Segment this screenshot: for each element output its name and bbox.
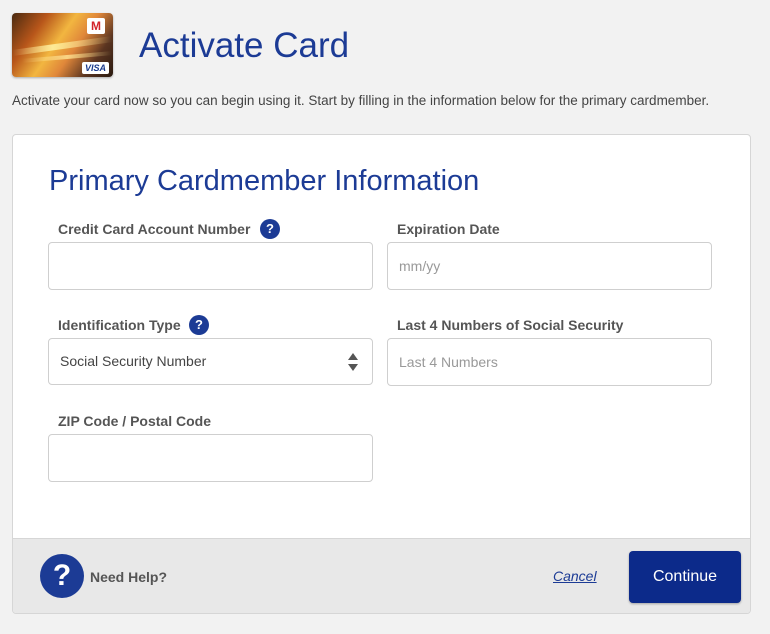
identification-type-selected: Social Security Number [60,353,207,369]
cancel-link[interactable]: Cancel [553,568,597,584]
account-number-label: Credit Card Account Number [58,221,251,237]
card-brand-logo: VISA [81,62,109,74]
section-title: Primary Cardmember Information [49,165,480,197]
ssn-last4-label: Last 4 Numbers of Social Security [397,317,624,333]
ssn-last4-input[interactable] [387,338,712,386]
card-image: M VISA [12,13,113,77]
account-number-input[interactable] [48,242,373,290]
account-number-help-icon[interactable]: ? [260,219,280,239]
zip-code-label: ZIP Code / Postal Code [58,413,211,429]
card-logo: M [87,18,105,34]
expiration-date-input[interactable] [387,242,712,290]
continue-button[interactable]: Continue [629,551,741,603]
page-title: Activate Card [139,26,350,65]
intro-text: Activate your card now so you can begin … [12,93,710,108]
zip-code-input[interactable] [48,434,373,482]
select-arrows-icon [348,353,358,371]
identification-type-help-icon[interactable]: ? [189,315,209,335]
form-footer: ? Need Help? Cancel Continue [13,538,750,613]
identification-type-select[interactable]: Social Security Number [48,338,373,385]
form-panel: Primary Cardmember Information Credit Ca… [12,134,751,614]
identification-type-label: Identification Type [58,317,181,333]
expiration-date-label: Expiration Date [397,221,500,237]
need-help-link[interactable]: Need Help? [90,569,167,585]
help-icon[interactable]: ? [40,554,84,598]
